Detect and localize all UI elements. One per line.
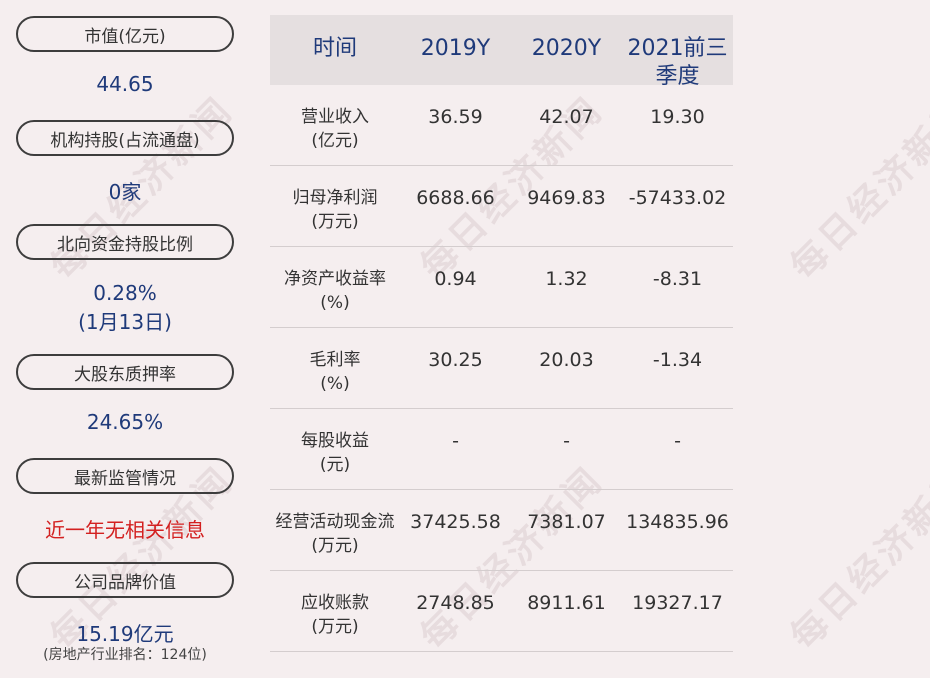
header-2019: 2019Y: [420, 36, 491, 61]
regulatory-label: 最新监管情况: [16, 458, 234, 494]
table-cell: 36.59: [428, 106, 483, 128]
table-cell: 0.94: [434, 268, 477, 290]
market-cap-label: 市值(亿元): [16, 16, 234, 52]
header-time: 时间: [312, 36, 357, 61]
pledge-ratio-value: 24.65%: [86, 410, 164, 434]
row-label-unit: (万元): [311, 617, 359, 637]
brand-value-rank-note: (房地产行业排名：124位): [43, 647, 207, 663]
brand-value-label: 公司品牌价值: [16, 562, 234, 598]
table-row: 归母净利润 (万元) 6688.66 9469.83 -57433.02: [270, 166, 733, 247]
table-cell: -57433.02: [628, 187, 727, 209]
table-cell: 7381.07: [527, 511, 606, 533]
row-label-unit: (%): [320, 374, 350, 394]
table-cell: 8911.61: [527, 592, 606, 614]
table-row: 经营活动现金流 (万元) 37425.58 7381.07 134835.96: [270, 490, 733, 571]
row-label-name: 应收账款: [301, 593, 369, 613]
table-cell: 134835.96: [626, 511, 729, 533]
table-cell: 20.03: [539, 349, 594, 371]
row-label: 归母净利润 (万元): [270, 166, 400, 246]
table-row: 毛利率 (%) 30.25 20.03 -1.34: [270, 328, 733, 409]
table-cell: 42.07: [539, 106, 594, 128]
table-row: 每股收益 (元) - - -: [270, 409, 733, 490]
table-row: 净资产收益率 (%) 0.94 1.32 -8.31: [270, 247, 733, 328]
table-row: 应收账款 (万元) 2748.85 8911.61 19327.17: [270, 571, 733, 652]
table-cell: -1.34: [652, 349, 703, 371]
header-2020: 2020Y: [531, 36, 602, 61]
row-label: 应收账款 (万元): [270, 571, 400, 651]
market-cap-value: 44.65: [96, 72, 154, 96]
row-label-name: 营业收入: [301, 107, 369, 127]
row-label-unit: (万元): [311, 536, 359, 556]
table-cell: 9469.83: [527, 187, 606, 209]
northbound-ratio-label: 北向资金持股比例: [16, 224, 234, 260]
summary-panel: 市值(亿元) 44.65 机构持股(占流通盘) 0家 北向资金持股比例 0.28…: [0, 0, 250, 678]
financial-table: 时间 2019Y 2020Y 2021前三季度 营业收入 (亿元) 36.59 42.…: [270, 15, 733, 652]
northbound-ratio-value: 0.28%: [93, 281, 157, 305]
table-row: 营业收入 (亿元) 36.59 42.07 19.30: [270, 85, 733, 166]
table-cell: -8.31: [652, 268, 703, 290]
table-cell: -: [452, 430, 459, 452]
regulatory-value: 近一年无相关信息: [45, 518, 205, 542]
row-label-name: 归母净利润: [292, 188, 378, 208]
table-cell: 19.30: [650, 106, 705, 128]
table-cell: 30.25: [428, 349, 483, 371]
pledge-ratio-label: 大股东质押率: [16, 354, 234, 390]
row-label-unit: (元): [319, 455, 351, 475]
watermark-text: 每日经济新闻: [783, 89, 930, 288]
table-cell: 6688.66: [416, 187, 495, 209]
table-cell: -: [563, 430, 570, 452]
row-label-name: 经营活动现金流: [275, 512, 395, 532]
row-label: 毛利率 (%): [270, 328, 400, 408]
row-label-name: 每股收益: [301, 431, 369, 451]
row-label-unit: (亿元): [311, 131, 359, 151]
row-label: 净资产收益率 (%): [270, 247, 400, 327]
row-label: 经营活动现金流 (万元): [270, 490, 400, 570]
watermark-text: 每日经济新闻: [783, 459, 930, 658]
northbound-ratio-date: (1月13日): [78, 310, 172, 334]
table-cell: 37425.58: [410, 511, 501, 533]
row-label-name: 毛利率: [309, 350, 361, 370]
table-header: 时间 2019Y 2020Y 2021前三季度: [270, 15, 733, 89]
row-label-name: 净资产收益率: [284, 269, 386, 289]
row-label: 每股收益 (元): [270, 409, 400, 489]
institutional-holding-value: 0家: [108, 180, 142, 204]
table-cell: 2748.85: [416, 592, 495, 614]
table-cell: 19327.17: [632, 592, 723, 614]
table-cell: -: [674, 430, 681, 452]
brand-value-value: 15.19亿元: [76, 622, 174, 646]
table-body: 营业收入 (亿元) 36.59 42.07 19.30 归母净利润 (万元) 6688.66 9…: [270, 85, 733, 652]
table-cell: 1.32: [545, 268, 588, 290]
institutional-holding-label: 机构持股(占流通盘): [16, 120, 234, 156]
row-label: 营业收入 (亿元): [270, 85, 400, 165]
row-label-unit: (%): [320, 293, 350, 313]
header-2021q3: 2021前三季度: [627, 36, 728, 89]
row-label-unit: (万元): [311, 212, 359, 232]
